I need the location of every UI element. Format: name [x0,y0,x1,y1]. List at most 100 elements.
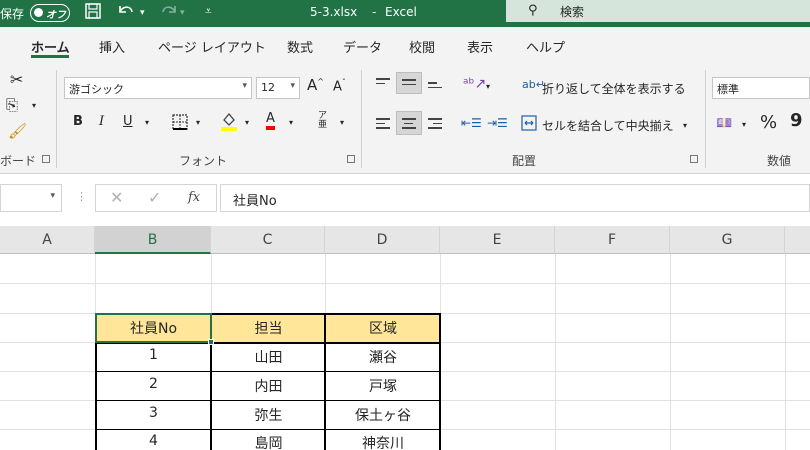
font-name-combo[interactable]: 游ゴシック ▾ [64,77,252,99]
font-color-dropdown-icon[interactable]: ▾ [289,118,293,127]
cut-icon[interactable]: ✂ [10,70,23,89]
accounting-format-icon[interactable]: 💷 [716,116,732,131]
grow-font-button[interactable]: A^ [307,76,324,94]
underline-dropdown-icon[interactable]: ▾ [145,118,149,127]
clipboard-launcher-icon[interactable] [42,155,50,163]
autosave-state: オフ [46,10,66,21]
table-cell[interactable]: 保土ヶ谷 [326,405,440,425]
borders-icon[interactable] [172,114,188,133]
column-header-d[interactable]: D [325,226,440,254]
tab-home[interactable]: ホーム [31,37,70,56]
align-bottom-icon[interactable] [428,82,442,94]
table-cell[interactable]: 戸塚 [326,376,440,396]
format-painter-icon[interactable]: 🖌 [8,122,27,140]
save-icon[interactable] [84,2,102,24]
redo-dropdown-icon[interactable]: ▾ [180,8,185,18]
cancel-icon[interactable]: ✕ [110,188,123,207]
font-launcher-icon[interactable] [347,155,355,163]
tab-view[interactable]: 表示 [467,37,493,56]
table-cell[interactable]: 神奈川 [326,433,440,450]
column-header-e[interactable]: E [440,226,555,254]
formula-bar-grip-icon[interactable]: ⋮ [76,190,87,203]
undo-icon[interactable] [115,2,137,24]
font-size-value: 12 [261,81,275,94]
table-cell[interactable]: 弥生 [212,405,325,425]
column-header-a[interactable]: A [0,226,95,254]
wrap-text-button[interactable]: 折り返して全体を表示する [542,80,686,97]
align-right-icon[interactable] [428,118,442,130]
shrink-font-button[interactable]: Aˇ [333,78,346,94]
formula-bar: ▾ ⋮ ✕ ✓ fx 社員No [0,174,810,226]
undo-dropdown-icon[interactable]: ▾ [140,8,145,18]
redo-icon[interactable] [158,2,180,24]
fill-color-icon[interactable] [220,111,238,134]
column-header-g[interactable]: G [670,226,785,254]
table-cell[interactable]: 1 [96,347,211,363]
underline-button[interactable]: U [123,114,133,129]
ribbon: ✂ ⎘ ▾ 🖌 ボード 游ゴシック ▾ 12 ▾ A^ Aˇ B I U ▾ ▾… [0,64,810,174]
column-header-c[interactable]: C [211,226,325,254]
table-cell[interactable]: 3 [96,405,211,421]
app-name: Excel [385,5,417,19]
tab-help[interactable]: ヘルプ [526,37,565,56]
align-left-icon[interactable] [376,118,390,130]
phonetic-dropdown-icon[interactable]: ▾ [340,118,344,127]
fill-handle[interactable] [208,339,214,345]
file-name: 5-3.xlsx [310,5,358,19]
clipboard-group-label: ボード [0,154,37,168]
increase-indent-icon[interactable]: ⇥☰ [487,116,508,130]
copy-dropdown-icon[interactable]: ▾ [32,101,36,110]
insert-function-button[interactable]: fx [188,190,200,205]
table-cell[interactable]: 2 [96,376,211,392]
orientation-icon[interactable]: ᵃᵇ↗ [463,76,486,92]
column-header-b[interactable]: B [95,226,211,254]
font-color-button[interactable]: A [266,111,275,130]
search-box[interactable]: ⚲ 検索 [506,0,810,22]
decrease-indent-icon[interactable]: ⇤☰ [461,116,482,130]
orientation-dropdown-icon[interactable]: ▾ [486,82,490,91]
formula-input[interactable]: 社員No [220,184,810,212]
customize-qat-icon[interactable]: ⩡ [205,4,212,19]
table-cell[interactable]: 4 [96,433,211,449]
phonetic-guide-icon[interactable]: ア亜 [318,112,327,130]
group-divider [56,70,57,168]
autosave-toggle[interactable]: オフ [30,4,70,22]
table-header-cell[interactable]: 担当 [212,318,325,338]
tab-review[interactable]: 校閲 [409,37,435,56]
merge-dropdown-icon[interactable]: ▾ [683,121,687,130]
table-header-cell[interactable]: 区域 [326,318,440,338]
align-top-icon[interactable] [376,78,390,90]
spreadsheet-grid: A B C D E F G 社員No 担当 区域 1 山田 瀬谷 2 内田 戸塚… [0,226,810,450]
fill-color-dropdown-icon[interactable]: ▾ [245,118,249,127]
comma-style-icon[interactable]: 9 [790,110,803,131]
active-cell-border [95,313,212,343]
column-header-f[interactable]: F [555,226,670,254]
table-cell[interactable]: 瀬谷 [326,347,440,367]
number-format-combo[interactable]: 標準 [712,77,810,99]
search-placeholder: 検索 [560,5,585,19]
table-cell[interactable]: 島岡 [212,433,325,450]
copy-icon[interactable]: ⎘ [6,96,18,114]
column-header-h[interactable] [785,226,810,254]
tab-data[interactable]: データ [343,37,382,56]
merge-center-icon [521,115,537,134]
name-box[interactable]: ▾ [0,184,62,212]
italic-button[interactable]: I [99,114,104,129]
table-border [95,371,441,372]
percent-button[interactable]: % [760,112,777,133]
merge-center-button[interactable]: セルを結合して中央揃え [542,117,674,134]
table-cell[interactable]: 山田 [212,347,325,367]
tab-insert[interactable]: 挿入 [99,37,125,56]
tab-page-layout[interactable]: ページ レイアウト [158,37,266,56]
table-border [95,400,441,401]
font-size-combo[interactable]: 12 ▾ [256,77,300,99]
borders-dropdown-icon[interactable]: ▾ [196,118,200,127]
chevron-down-icon: ▾ [50,191,55,201]
table-cell[interactable]: 内田 [212,376,325,396]
bold-button[interactable]: B [73,114,83,129]
accounting-dropdown-icon[interactable]: ▾ [742,120,746,129]
alignment-launcher-icon[interactable] [690,155,698,163]
enter-icon[interactable]: ✓ [148,188,161,207]
shrink-font-icon: A [333,79,342,95]
tab-formulas[interactable]: 数式 [287,37,313,56]
